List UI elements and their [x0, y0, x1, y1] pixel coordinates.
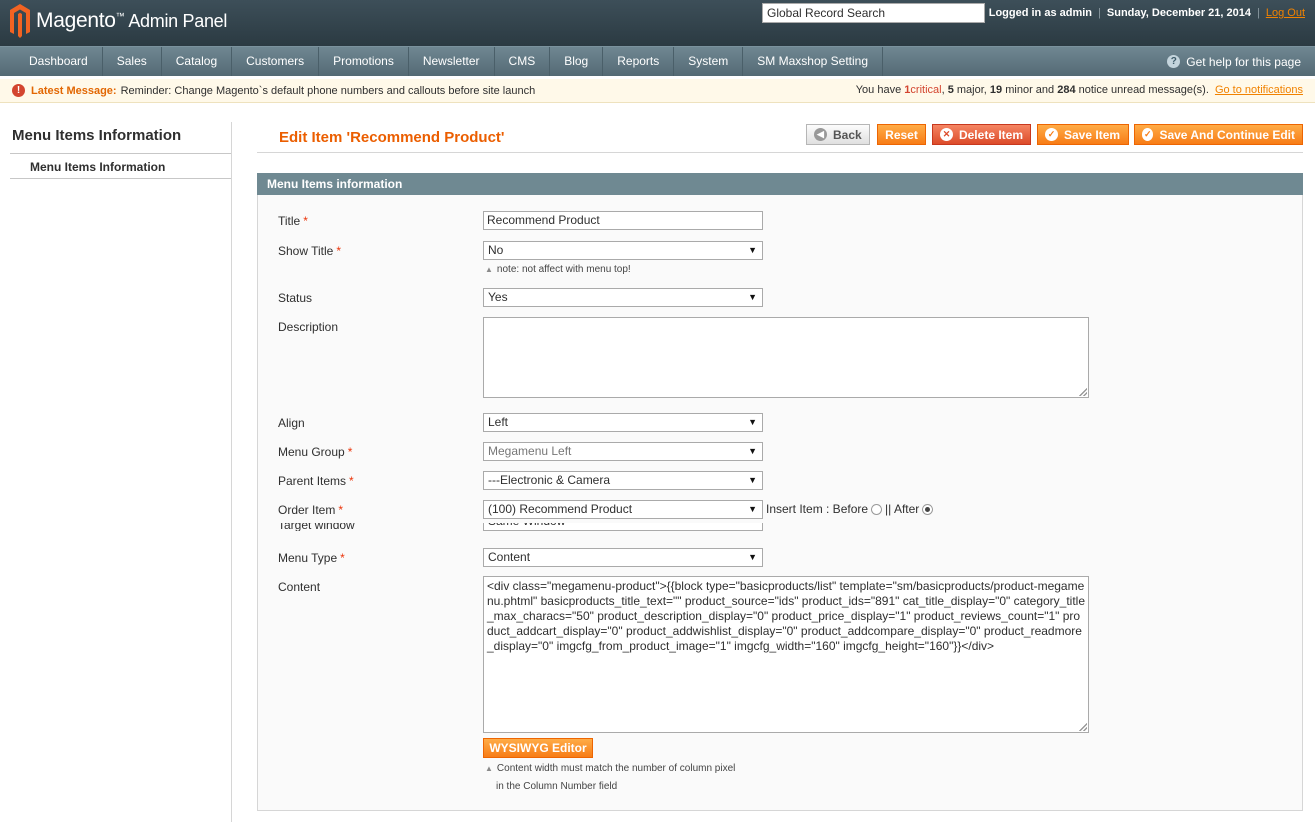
alert-icon: !	[12, 84, 25, 97]
checkmark-icon: ✓	[1045, 128, 1058, 141]
target-window-select[interactable]: Same Window	[483, 523, 763, 531]
dropdown-arrow-icon: ▼	[748, 552, 757, 562]
dropdown-arrow-icon: ▼	[748, 417, 757, 427]
back-button[interactable]: ◀ Back	[806, 124, 870, 145]
menu-type-select[interactable]: Content ▼	[483, 548, 763, 567]
magento-logo[interactable]: Magento™ Admin Panel	[10, 4, 227, 38]
align-label: Align	[278, 416, 305, 430]
delete-icon: ✕	[940, 128, 953, 141]
content-textarea[interactable]: <div class="megamenu-product">{{block ty…	[483, 576, 1089, 733]
parent-items-label: Parent Items *	[278, 474, 354, 488]
dropdown-arrow-icon: ▼	[748, 504, 757, 514]
global-search-input[interactable]	[762, 3, 985, 23]
divider	[10, 153, 232, 154]
reset-button[interactable]: Reset	[877, 124, 926, 145]
content-note-line1: ▲ Content width must match the number of …	[485, 763, 736, 774]
major-count: 5	[947, 84, 954, 96]
insert-before-radio[interactable]	[871, 503, 883, 515]
save-item-button[interactable]: ✓ Save Item	[1037, 124, 1129, 145]
logo-trademark: ™	[115, 11, 125, 21]
header-separator: |	[1098, 7, 1101, 19]
help-link-label: Get help for this page	[1186, 54, 1301, 69]
dropdown-arrow-icon: ▼	[748, 446, 757, 456]
nav-sales[interactable]: Sales	[103, 47, 162, 76]
nav-reports[interactable]: Reports	[603, 47, 675, 76]
nav-system[interactable]: System	[674, 47, 744, 76]
show-title-select[interactable]: No ▼	[483, 241, 763, 260]
logged-in-text: Logged in as admin	[988, 7, 1093, 19]
resize-grip-icon[interactable]	[1079, 388, 1087, 396]
content-note-line2: in the Column Number field	[496, 781, 618, 792]
message-summary: You have 1critical, 5 major, 19 minor an…	[855, 84, 1303, 96]
menu-group-select[interactable]: Megamenu Left ▼	[483, 442, 763, 461]
go-to-notifications-link[interactable]: Go to notifications	[1215, 84, 1303, 96]
nav-newsletter[interactable]: Newsletter	[409, 47, 495, 76]
delete-item-button[interactable]: ✕ Delete Item	[932, 124, 1031, 145]
nav-sm-maxshop-setting[interactable]: SM Maxshop Setting	[743, 47, 883, 76]
help-link[interactable]: ? Get help for this page	[1167, 47, 1301, 76]
description-textarea[interactable]	[483, 317, 1089, 398]
magento-logo-icon	[10, 4, 30, 38]
status-select[interactable]: Yes ▼	[483, 288, 763, 307]
minor-count: 19	[989, 84, 1003, 96]
resize-grip-icon[interactable]	[1079, 723, 1087, 731]
order-item-select[interactable]: (100) Recommend Product ▼	[483, 500, 763, 519]
save-and-continue-button[interactable]: ✓ Save And Continue Edit	[1134, 124, 1303, 145]
dropdown-arrow-icon: ▼	[748, 245, 757, 255]
title-input[interactable]: Recommend Product	[483, 211, 763, 230]
nav-customers[interactable]: Customers	[232, 47, 320, 76]
description-label: Description	[278, 320, 339, 334]
sidebar-tab-menu-items-information[interactable]: Menu Items Information	[30, 160, 165, 174]
menu-type-label: Menu Type *	[278, 551, 345, 565]
main-nav: Dashboard Sales Catalog Customers Promot…	[0, 46, 1315, 76]
header-separator: |	[1257, 7, 1260, 19]
fieldset-header: Menu Items information	[257, 173, 1303, 195]
divider	[10, 178, 232, 179]
parent-items-select[interactable]: ---Electronic & Camera ▼	[483, 471, 763, 490]
help-icon: ?	[1167, 55, 1181, 68]
status-label: Status	[278, 291, 313, 305]
nav-cms[interactable]: CMS	[495, 47, 551, 76]
insert-item-options: Insert Item : Before || After	[766, 502, 936, 516]
content-label: Content	[278, 580, 321, 594]
admin-header: Magento™Admin Panel Logged in as admin |…	[0, 0, 1315, 46]
logout-link[interactable]: Log Out	[1266, 7, 1305, 19]
nav-catalog[interactable]: Catalog	[162, 47, 233, 76]
show-title-label: Show Title *	[278, 244, 342, 258]
header-user-info: Logged in as admin | Sunday, December 21…	[989, 7, 1305, 19]
order-item-label: Order Item *	[278, 503, 344, 517]
show-title-note: ▲ note: not affect with menu top!	[485, 264, 631, 275]
divider	[257, 152, 1303, 153]
sidebar-title: Menu Items Information	[12, 127, 182, 144]
latest-message-label: Latest Message:	[31, 84, 117, 97]
note-triangle-icon: ▲	[485, 764, 493, 773]
page-title: Edit Item 'Recommend Product'	[279, 129, 505, 146]
menu-group-label: Menu Group *	[278, 445, 353, 459]
nav-dashboard[interactable]: Dashboard	[0, 47, 103, 76]
insert-after-radio[interactable]	[922, 503, 934, 515]
system-message-bar: ! Latest Message: Reminder: Change Magen…	[0, 79, 1315, 103]
latest-message-text: Reminder: Change Magento`s default phone…	[120, 84, 536, 97]
checkmark-icon: ✓	[1142, 128, 1154, 141]
dropdown-arrow-icon: ▼	[748, 475, 757, 485]
note-triangle-icon: ▲	[485, 265, 493, 274]
back-arrow-icon: ◀	[814, 128, 827, 141]
wysiwyg-editor-button[interactable]: WYSIWYG Editor	[483, 738, 593, 758]
target-window-label: Target window	[278, 523, 355, 531]
target-window-row: Target window Same Window	[278, 523, 778, 531]
header-date: Sunday, December 21, 2014	[1106, 7, 1251, 19]
notice-count: 284	[1057, 84, 1076, 96]
nav-blog[interactable]: Blog	[550, 47, 604, 76]
logo-suffix: Admin Panel	[128, 11, 228, 31]
dropdown-arrow-icon: ▼	[748, 292, 757, 302]
align-select[interactable]: Left ▼	[483, 413, 763, 432]
nav-promotions[interactable]: Promotions	[319, 47, 409, 76]
sidebar-border	[231, 122, 232, 822]
title-label: Title *	[278, 214, 308, 228]
logo-brand: Magento	[36, 9, 116, 32]
